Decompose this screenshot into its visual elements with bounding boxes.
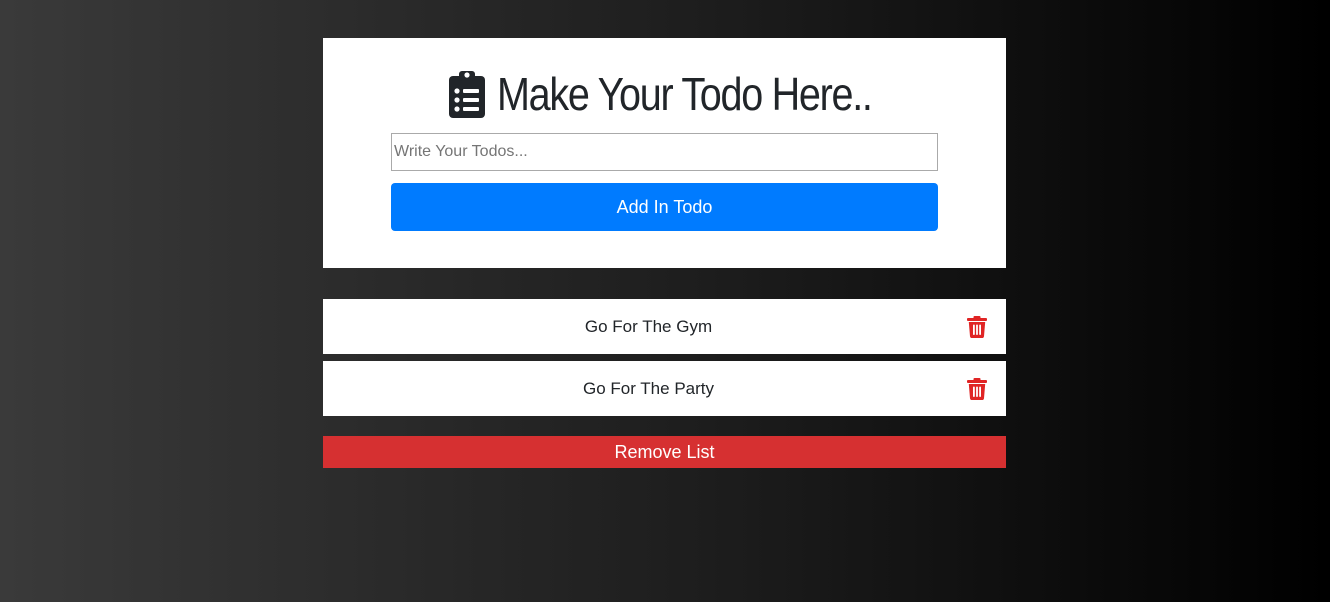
add-todo-button[interactable]: Add In Todo: [391, 183, 938, 231]
page-title: Make Your Todo Here..: [323, 64, 1006, 124]
todo-input[interactable]: [391, 133, 938, 171]
todo-list: Go For The Gym Go For The Party: [323, 299, 1006, 423]
todo-item: Go For The Gym: [323, 299, 1006, 354]
trash-icon[interactable]: [967, 316, 987, 338]
todo-item: Go For The Party: [323, 361, 1006, 416]
remove-list-button[interactable]: Remove List: [323, 436, 1006, 468]
trash-icon[interactable]: [967, 378, 987, 400]
title-text: Make Your Todo Here..: [497, 68, 873, 120]
todo-item-text: Go For The Gym: [584, 316, 713, 336]
todo-form-card: Make Your Todo Here.. Add In Todo: [323, 38, 1006, 268]
todo-item-text: Go For The Party: [582, 378, 714, 398]
clipboard-list-icon: [449, 71, 485, 118]
